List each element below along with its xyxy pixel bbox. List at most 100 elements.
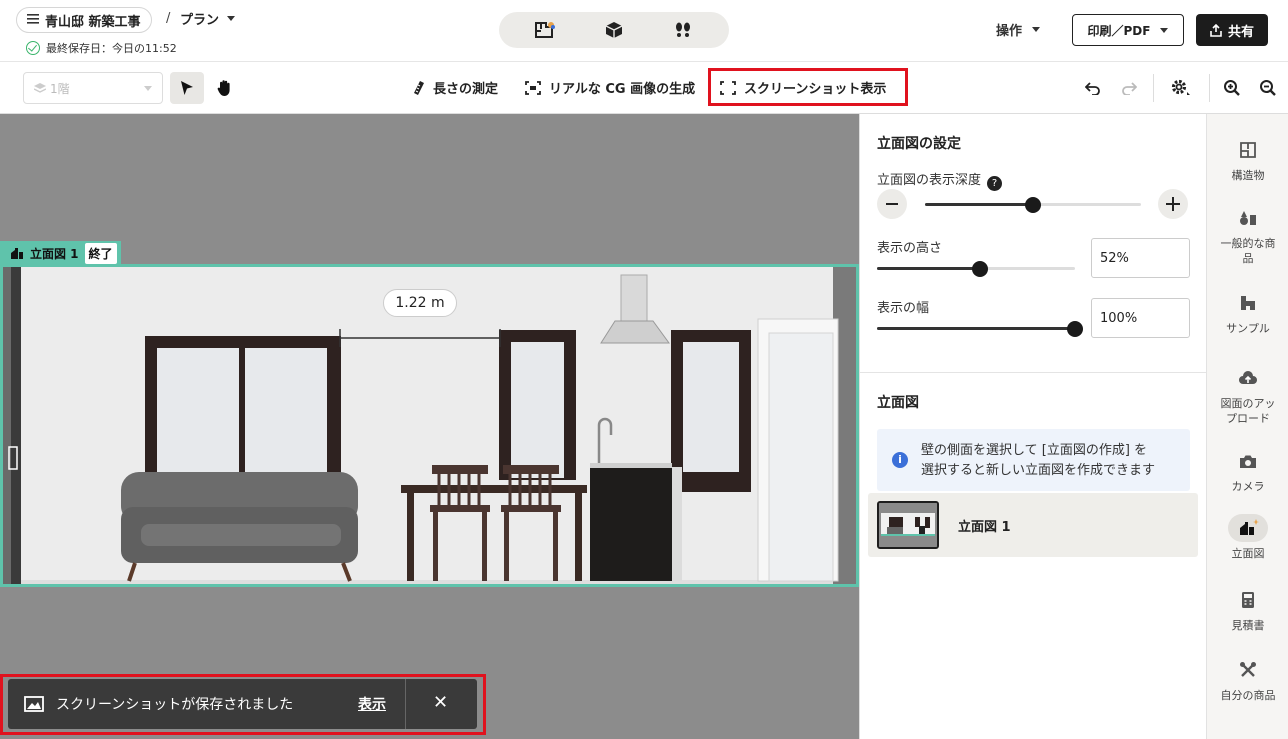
- width-slider[interactable]: [877, 321, 1083, 337]
- width-input[interactable]: 100%: [1091, 298, 1190, 338]
- save-status-text: 最終保存日：今日の11:52: [46, 42, 177, 55]
- image-icon: [24, 696, 44, 712]
- depth-slider[interactable]: [925, 197, 1141, 213]
- toolbar-divider: [1153, 74, 1154, 102]
- rail-label-general-products-2: 品: [1242, 252, 1254, 265]
- width-slider-handle[interactable]: [1067, 321, 1083, 337]
- view-3d-button[interactable]: [594, 16, 634, 44]
- gear-icon: [1171, 79, 1190, 95]
- height-input[interactable]: 52%: [1091, 238, 1190, 278]
- view-2d-button[interactable]: [525, 16, 565, 44]
- rail-item-elevation[interactable]: 立面図: [1207, 514, 1288, 561]
- share-button[interactable]: 共有: [1196, 14, 1268, 46]
- zoom-in-button[interactable]: [1222, 78, 1242, 98]
- elevation-settings-panel: 立面図の設定 立面図の表示深度? 表示の高さ 52% 表示の幅 100% 立面図…: [859, 114, 1207, 739]
- floor-select[interactable]: 1階: [23, 72, 163, 104]
- depth-decrease-button[interactable]: [877, 189, 907, 219]
- depth-slider-handle[interactable]: [1025, 197, 1041, 213]
- undo-button[interactable]: [1083, 78, 1103, 98]
- rail-item-general-products[interactable]: 一般的な商 品: [1207, 204, 1288, 266]
- zoom-out-button[interactable]: [1258, 78, 1278, 98]
- elevation-item-label: 立面図 1: [958, 520, 1011, 535]
- render-frame-icon: [525, 80, 541, 95]
- cg-render-label: リアルな CG 画像の生成: [549, 82, 696, 97]
- app-header: 青山邸 新築工事 / プラン 最終保存日：今日の11:52 操作 印刷／PDF …: [0, 0, 1288, 62]
- check-circle-icon: [26, 41, 40, 55]
- cloud-upload-icon: [1228, 364, 1268, 392]
- plan-dropdown[interactable]: プラン: [180, 9, 236, 28]
- operations-dropdown[interactable]: 操作: [996, 20, 1041, 39]
- view-walkthrough-button[interactable]: [663, 16, 703, 44]
- print-pdf-button[interactable]: 印刷／PDF: [1072, 14, 1184, 46]
- rail-item-estimate[interactable]: 見積書: [1207, 586, 1288, 633]
- elevation-house-icon: [11, 247, 23, 259]
- rail-label-estimate: 見積書: [1231, 619, 1265, 632]
- depth-label-row: 立面図の表示深度?: [877, 169, 1003, 191]
- floorplan-2d-icon: [535, 22, 556, 38]
- pan-tool-button[interactable]: [210, 72, 240, 104]
- screenshot-highlight-box: [708, 68, 908, 106]
- depth-increase-button[interactable]: [1158, 189, 1188, 219]
- share-icon: [1210, 23, 1222, 37]
- plan-label: プラン: [180, 13, 220, 28]
- rail-item-samples[interactable]: サンプル: [1207, 289, 1288, 336]
- help-icon[interactable]: ?: [987, 176, 1003, 191]
- plus-icon: [1166, 197, 1180, 211]
- rail-item-my-products[interactable]: 自分の商品: [1207, 656, 1288, 703]
- elevations-title: 立面図: [877, 395, 919, 411]
- elevation-tag: 立面図 1 終了: [0, 241, 121, 265]
- calculator-icon: [1228, 586, 1268, 614]
- rail-label-general-products-1: 一般的な商: [1220, 237, 1276, 250]
- floor-select-value: 1階: [50, 81, 70, 96]
- rail-item-structures[interactable]: 構造物: [1207, 136, 1288, 183]
- toast-divider: [405, 679, 406, 729]
- rail-item-camera[interactable]: カメラ: [1207, 447, 1288, 494]
- elevation-view[interactable]: 1.22 m: [0, 264, 859, 587]
- zoom-in-icon: [1224, 80, 1240, 96]
- elevation-list-item[interactable]: 立面図 1: [868, 493, 1198, 557]
- undo-icon: [1085, 82, 1100, 95]
- dimension-label: 1.22 m: [383, 289, 457, 317]
- screenshot-saved-toast: スクリーンショットが保存されました 表示 ✕: [8, 679, 477, 729]
- rail-label-elevation: 立面図: [1231, 547, 1265, 560]
- hand-icon: [217, 80, 230, 96]
- save-status: 最終保存日：今日の11:52: [26, 40, 177, 56]
- chevron-down-icon: [1032, 27, 1041, 32]
- layers-icon: [34, 83, 46, 93]
- select-tool-button[interactable]: [170, 72, 204, 104]
- rail-label-camera: カメラ: [1231, 480, 1265, 493]
- cg-render-button[interactable]: リアルな CG 画像の生成: [525, 78, 695, 97]
- breadcrumb-separator: /: [166, 11, 171, 26]
- toolbar-divider: [1209, 74, 1210, 102]
- height-slider[interactable]: [877, 261, 1075, 277]
- footsteps-icon: [675, 22, 690, 37]
- close-icon[interactable]: ✕: [433, 692, 448, 713]
- info-text-line-2: 選択すると新しい立面図を作成できます: [921, 463, 1156, 478]
- zoom-out-icon: [1260, 80, 1276, 96]
- camera-icon: [1228, 447, 1268, 475]
- drawing-canvas[interactable]: 立面図 1 終了 1.22 m: [0, 114, 859, 739]
- rail-item-upload[interactable]: 図面のアッ プロード: [1207, 364, 1288, 426]
- toast-message: スクリーンショットが保存されました: [56, 697, 294, 713]
- floorplan-icon: [1228, 136, 1268, 164]
- info-message: i 壁の側面を選択して [立面図の作成] を 選択すると新しい立面図を作成できま…: [877, 429, 1190, 491]
- height-slider-handle[interactable]: [971, 261, 988, 277]
- side-rail: 構造物 一般的な商 品 サンプル 図面のアッ プロード カメラ 立面図 見積書 …: [1206, 114, 1288, 739]
- tools-icon: [1228, 656, 1268, 684]
- elevation-end-button[interactable]: 終了: [84, 242, 117, 264]
- measure-tool-button[interactable]: 長さの測定: [413, 78, 498, 97]
- toast-view-link[interactable]: 表示: [358, 694, 386, 714]
- products-icon: [1228, 204, 1268, 232]
- height-label: 表示の高さ: [877, 241, 943, 256]
- redo-button[interactable]: [1119, 78, 1139, 98]
- width-slider-fill: [877, 327, 1075, 330]
- settings-title: 立面図の設定: [877, 136, 961, 152]
- project-menu-button[interactable]: 青山邸 新築工事: [16, 7, 152, 33]
- settings-button[interactable]: [1169, 78, 1193, 98]
- rail-label-upload-2: プロード: [1226, 412, 1270, 425]
- panel-divider: [860, 372, 1207, 373]
- house-sample-icon: [1228, 289, 1268, 317]
- minus-icon: [886, 203, 898, 205]
- elevation-tag-label: 立面図 1: [30, 246, 79, 261]
- width-label: 表示の幅: [877, 301, 930, 316]
